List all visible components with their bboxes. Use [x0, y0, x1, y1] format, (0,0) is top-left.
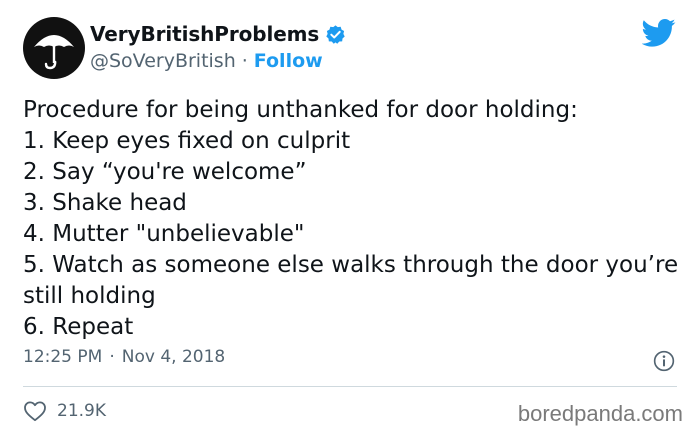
verified-badge-icon: [326, 24, 345, 44]
tweet-time: 12:25 PM: [23, 347, 103, 367]
author-display-name[interactable]: VeryBritishProblems: [90, 22, 319, 46]
tweet-card: VeryBritishProblems @SoVeryBritish · Fol…: [0, 0, 700, 441]
like-count: 21.9K: [57, 401, 106, 421]
author-handle-row: @SoVeryBritish · Follow: [90, 50, 323, 72]
divider: [23, 386, 677, 387]
tweet-line: 4. Mutter "unbelievable": [23, 221, 305, 247]
tweet-line: 6. Repeat: [23, 314, 134, 340]
tweet-line: 2. Say “you're welcome”: [23, 159, 307, 185]
avatar[interactable]: [23, 17, 85, 79]
heart-icon: [24, 401, 46, 422]
like-button[interactable]: 21.9K: [23, 400, 106, 422]
tweet-text: Procedure for being unthanked for door h…: [23, 95, 683, 343]
follow-button[interactable]: Follow: [254, 50, 323, 72]
tweet-line: 1. Keep eyes fixed on culprit: [23, 128, 351, 154]
info-icon[interactable]: [653, 350, 675, 372]
tweet-timestamp[interactable]: 12:25 PM · Nov 4, 2018: [23, 347, 225, 367]
handle-separator: ·: [241, 50, 248, 72]
tweet-line: 5. Watch as someone else walks through t…: [23, 252, 679, 309]
twitter-bird-icon[interactable]: [642, 18, 676, 48]
tweet-date: Nov 4, 2018: [121, 347, 226, 367]
author-name-row: VeryBritishProblems: [90, 22, 346, 46]
watermark: boredpanda.com: [517, 401, 683, 426]
author-handle[interactable]: @SoVeryBritish: [90, 50, 236, 72]
tweet-line: 3. Shake head: [23, 190, 187, 216]
timestamp-separator: ·: [109, 347, 115, 367]
tweet-line: Procedure for being unthanked for door h…: [23, 97, 578, 123]
umbrella-icon: [34, 35, 74, 70]
